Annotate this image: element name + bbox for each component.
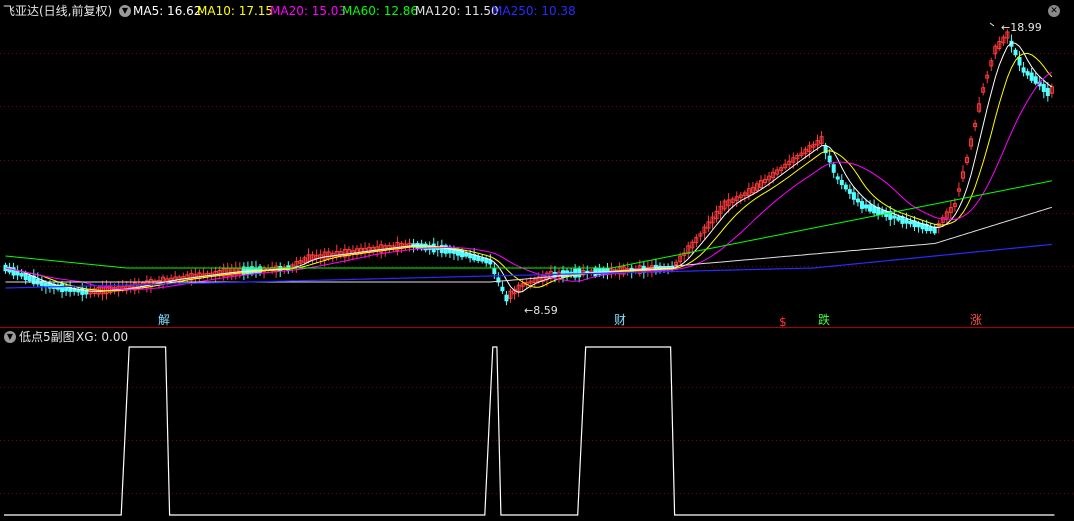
candle-body xyxy=(476,255,481,261)
signal-dollar: $ xyxy=(779,315,787,329)
ma10-line xyxy=(5,52,1053,292)
indicator-grid-lines xyxy=(0,387,1074,494)
candlestick-chart[interactable]: ←18.99 ←8.59 解 财 $ 跌 涨 xyxy=(0,0,1074,521)
signal-jie: 解 xyxy=(158,313,170,327)
candle-body xyxy=(864,204,869,209)
candle-body xyxy=(484,258,489,264)
ma5-line xyxy=(5,42,1053,293)
ma60-line xyxy=(5,180,1052,269)
grid-lines xyxy=(0,53,1074,267)
candle-body xyxy=(928,226,933,231)
candle-body xyxy=(904,218,909,224)
candle-body xyxy=(1025,71,1030,76)
candle-body xyxy=(43,282,48,288)
candle-body xyxy=(1013,49,1018,56)
candle-body xyxy=(847,189,852,194)
candle-body xyxy=(480,257,485,262)
high-marker-tick xyxy=(989,22,995,27)
candle-body xyxy=(504,294,509,302)
candle-body xyxy=(831,164,836,173)
candle-body xyxy=(1033,76,1038,84)
xg-indicator-line xyxy=(4,346,1055,516)
moving-average-lines xyxy=(5,42,1053,293)
candle-body xyxy=(859,201,864,209)
candle-body xyxy=(872,205,877,214)
candle-body xyxy=(1045,87,1050,97)
candle-body xyxy=(500,286,505,292)
candle-body xyxy=(423,243,428,251)
xg-value-label: XG: 0.00 xyxy=(76,330,129,344)
candle-body xyxy=(1017,56,1022,66)
indicator-header: ▼ 低点5副图 XG: 0.00 xyxy=(0,328,1074,346)
signal-die: 跌 xyxy=(818,312,830,327)
candle-body xyxy=(827,155,832,163)
high-price-label: ←18.99 xyxy=(1001,21,1042,34)
candle-body xyxy=(839,179,844,186)
candle-body xyxy=(1041,84,1046,92)
candle-body xyxy=(577,268,582,278)
candle-body xyxy=(60,283,65,293)
signal-cai: 财 xyxy=(614,313,626,327)
candle-body xyxy=(15,270,20,276)
candle-body xyxy=(11,267,16,276)
candle-body xyxy=(855,198,860,203)
signal-zhang: 涨 xyxy=(970,312,982,327)
low-price-label: ←8.59 xyxy=(524,304,558,317)
candle-body xyxy=(468,253,473,259)
candle-body xyxy=(573,268,578,278)
candle-body xyxy=(908,220,913,225)
ma20-line xyxy=(5,71,1053,290)
candle-body xyxy=(80,287,85,295)
stock-chart-window: 飞亚达(日线,前复权) ▼ MA5: 16.62 MA10: 17.15 MA2… xyxy=(0,0,1074,521)
candle-body xyxy=(851,192,856,200)
candle-body xyxy=(835,176,840,180)
candle-body xyxy=(7,266,12,273)
candle-body xyxy=(892,215,897,219)
candle-body xyxy=(27,275,32,282)
candle-body xyxy=(464,252,469,257)
candle-body xyxy=(19,273,24,277)
candle-body xyxy=(1029,72,1034,81)
indicator-collapse-icon[interactable]: ▼ xyxy=(4,331,16,343)
candle-body xyxy=(1021,67,1026,73)
indicator-name: 低点5副图 xyxy=(19,330,75,344)
candles xyxy=(3,29,1054,306)
candle-body xyxy=(492,267,497,275)
candle-body xyxy=(916,222,921,228)
candle-body xyxy=(843,184,848,190)
candle-body xyxy=(896,216,901,221)
signal-markers: 解 财 $ 跌 涨 xyxy=(158,312,982,329)
candle-body xyxy=(23,272,28,281)
candle-body xyxy=(868,204,873,212)
